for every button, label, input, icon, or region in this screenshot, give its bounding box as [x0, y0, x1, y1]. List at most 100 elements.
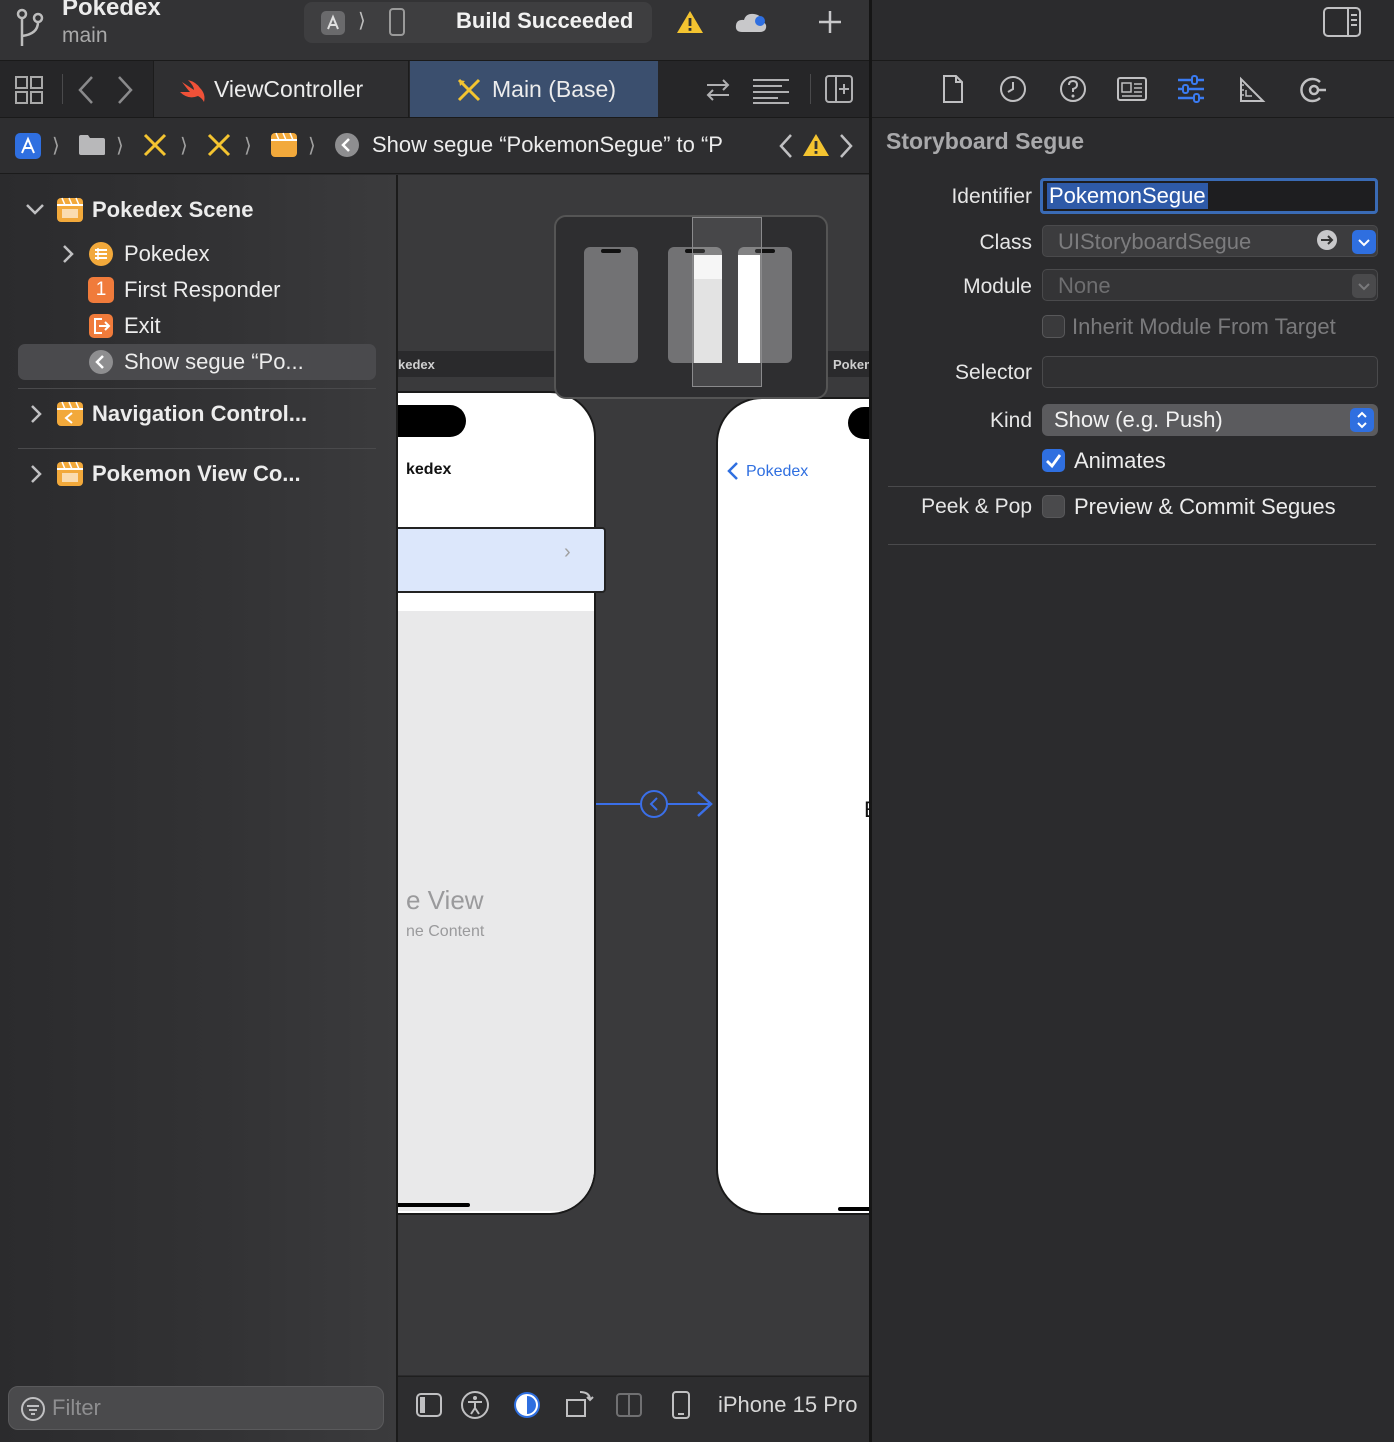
filter-placeholder: Filter	[52, 1395, 101, 1420]
selector-label: Selector	[954, 361, 1032, 384]
scheme-chevron-icon: ⟩	[358, 10, 366, 32]
history-inspector-icon[interactable]	[998, 74, 1028, 104]
back-chevron-icon[interactable]	[726, 461, 740, 481]
disclosure-collapsed-icon[interactable]	[26, 403, 46, 425]
outline-toggle-icon[interactable]	[414, 1390, 444, 1420]
home-indicator	[838, 1207, 870, 1211]
identifier-value[interactable]: PokemonSegue	[1047, 183, 1208, 209]
outline-item-navigation-controller[interactable]: Navigation Control...	[92, 401, 307, 427]
forward-icon[interactable]	[113, 74, 137, 106]
dynamic-island	[398, 405, 466, 437]
pokemon-scene-icon	[56, 461, 84, 487]
back-icon[interactable]	[74, 74, 98, 106]
navigation-scene-icon	[56, 401, 84, 427]
kind-label: Kind	[989, 409, 1032, 432]
storyboard-crumb-icon[interactable]	[142, 132, 168, 158]
project-icon[interactable]	[14, 132, 42, 160]
prototype-cell[interactable]: ›	[398, 527, 606, 593]
branch-name[interactable]: main	[62, 24, 108, 48]
animates-checkbox[interactable]	[1042, 449, 1065, 472]
home-indicator	[398, 1203, 470, 1207]
attributes-inspector-icon[interactable]	[1176, 74, 1206, 104]
peek-pop-checkbox[interactable]	[1042, 495, 1065, 518]
pokemon-scene-phone[interactable]: Pokedex E	[716, 397, 870, 1215]
go-to-class-icon[interactable]	[1316, 229, 1338, 251]
tab-label: ViewController	[214, 76, 364, 102]
inherit-module-label: Inherit Module From Target	[1072, 314, 1336, 339]
tab-bar-divider	[810, 74, 811, 104]
scene-crumb-icon[interactable]	[270, 132, 298, 158]
scene-title: kedex	[398, 357, 435, 372]
cloud-icon[interactable]	[734, 10, 768, 34]
add-editor-icon[interactable]	[824, 74, 854, 104]
peek-pop-label: Peek & Pop	[921, 495, 1032, 518]
accessibility-icon[interactable]	[460, 1390, 490, 1420]
add-icon[interactable]	[816, 8, 844, 36]
canvas-minimap[interactable]	[554, 215, 828, 399]
disclosure-expanded-icon[interactable]	[24, 198, 46, 220]
device-icon[interactable]	[388, 8, 406, 36]
navigation-title: kedex	[406, 461, 452, 478]
orientation-icon[interactable]	[564, 1388, 596, 1420]
segue-crumb-label[interactable]: Show segue “PokemonSegue” to “P	[372, 132, 752, 158]
selector-field[interactable]	[1042, 356, 1378, 388]
outline-item-show-segue[interactable]: Show segue “Po...	[124, 349, 304, 375]
connections-inspector-icon[interactable]	[1298, 75, 1328, 105]
help-inspector-icon[interactable]	[1058, 74, 1088, 104]
segue-arrow[interactable]	[596, 789, 716, 819]
device-config-icon[interactable]	[670, 1390, 692, 1420]
module-label: Module	[963, 275, 1032, 298]
crumb-chevron-icon: ⟩	[180, 135, 188, 157]
project-name[interactable]: Pokedex	[62, 0, 161, 22]
storyboard-canvas[interactable]: kedex kedex e View ne Content › Pokem Po…	[398, 175, 870, 1375]
folder-icon[interactable]	[78, 134, 106, 156]
outline-item-pokedex[interactable]: Pokedex	[124, 241, 210, 267]
scene-title: Pokem	[833, 357, 870, 372]
appearance-icon[interactable]	[512, 1390, 542, 1420]
class-dropdown-button[interactable]	[1352, 230, 1376, 254]
file-inspector-icon[interactable]	[940, 74, 966, 104]
device-label[interactable]: iPhone 15 Pro	[718, 1392, 857, 1418]
segue-crumb-icon[interactable]	[334, 132, 360, 158]
crumb-chevron-icon: ⟩	[244, 135, 252, 157]
split-view-icon[interactable]	[614, 1390, 644, 1420]
identity-inspector-icon[interactable]	[1116, 76, 1148, 102]
table-placeholder-subtitle: ne Content	[406, 923, 485, 940]
back-button[interactable]: Pokedex	[746, 463, 808, 481]
warning-icon[interactable]	[676, 9, 704, 35]
swap-icon[interactable]	[704, 76, 732, 104]
class-label: Class	[979, 231, 1032, 254]
storyboard-file-icon	[456, 77, 482, 103]
size-inspector-icon[interactable]	[1238, 76, 1266, 104]
related-items-icon[interactable]	[14, 75, 44, 105]
app-scheme-icon[interactable]	[320, 10, 346, 36]
pokedex-scene-phone[interactable]: kedex e View ne Content	[398, 391, 596, 1215]
editor-options-icon[interactable]	[752, 76, 790, 104]
outline-divider	[18, 388, 376, 389]
previous-issue-icon[interactable]	[776, 131, 796, 161]
crumb-chevron-icon: ⟩	[52, 135, 60, 157]
table-controller-icon	[88, 241, 114, 267]
disclosure-collapsed-icon[interactable]	[58, 243, 78, 265]
minimap-viewport[interactable]	[692, 217, 762, 387]
inherit-module-checkbox[interactable]	[1042, 315, 1065, 338]
inspector-divider[interactable]	[869, 0, 872, 1442]
outline-item-pokedex-scene[interactable]: Pokedex Scene	[92, 197, 253, 223]
disclosure-collapsed-icon[interactable]	[26, 463, 46, 485]
branch-icon[interactable]	[14, 6, 46, 50]
next-issue-icon[interactable]	[836, 131, 856, 161]
kind-stepper-icon[interactable]	[1350, 408, 1374, 432]
outline-item-first-responder[interactable]: First Responder	[124, 277, 281, 303]
segue-icon	[88, 349, 114, 375]
minimap-scene[interactable]	[584, 247, 638, 363]
module-dropdown-button[interactable]	[1352, 274, 1376, 298]
issue-warning-icon[interactable]	[802, 132, 830, 158]
table-placeholder-title: e View	[406, 885, 484, 915]
pane-divider[interactable]	[396, 175, 398, 1442]
storyboard-base-crumb-icon[interactable]	[206, 132, 232, 158]
outline-item-exit[interactable]: Exit	[124, 313, 161, 339]
inspector-toggle-icon[interactable]	[1322, 6, 1362, 38]
peek-pop-option-label: Preview & Commit Segues	[1074, 494, 1336, 519]
outline-item-pokemon-view-controller[interactable]: Pokemon View Co...	[92, 461, 301, 487]
filter-icon	[20, 1396, 46, 1422]
